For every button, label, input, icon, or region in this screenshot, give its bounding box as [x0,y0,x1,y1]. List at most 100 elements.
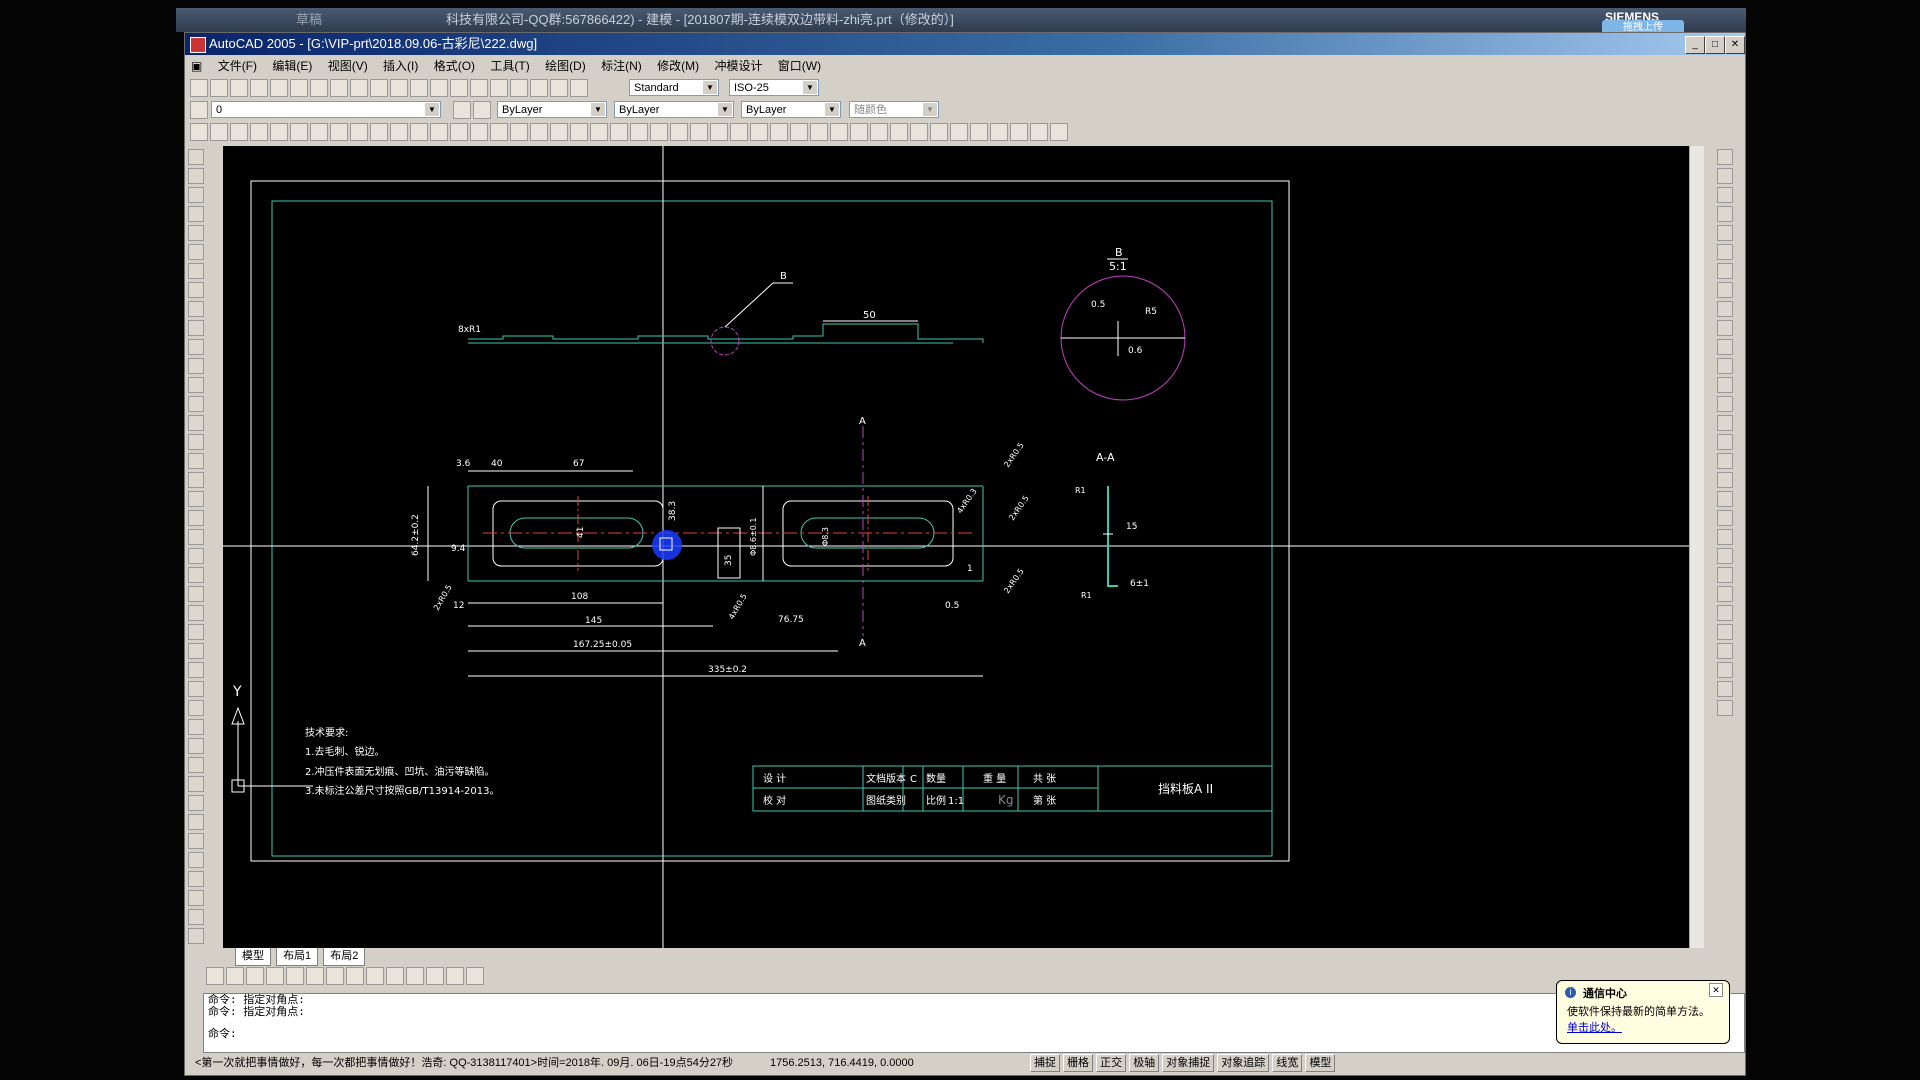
die-tool-icon[interactable] [730,123,748,141]
menu-modify[interactable]: 修改(M) [651,56,705,76]
dim-style-select[interactable]: ISO-25 ▼ [729,79,819,96]
menu-draw[interactable]: 绘图(D) [539,56,592,76]
design-center-icon[interactable] [530,79,548,97]
die-tool-icon[interactable] [390,123,408,141]
draw-tool-icon[interactable] [188,301,204,317]
close-button[interactable]: ✕ [1725,36,1745,54]
layer-select[interactable]: 0 ▼ [211,101,441,118]
draw-tool-icon[interactable] [188,567,204,583]
menu-window[interactable]: 窗口(W) [772,56,827,76]
bottom-tool-icon[interactable] [466,967,484,985]
die-tool-icon[interactable] [690,123,708,141]
modify-tool-icon[interactable] [1717,643,1733,659]
zoom-window-icon[interactable] [470,79,488,97]
toggle-model[interactable]: 模型 [1305,1054,1336,1072]
menu-edit[interactable]: 编辑(E) [266,56,318,76]
die-tool-icon[interactable] [230,123,248,141]
linetype-select[interactable]: ByLayer ▼ [614,101,734,118]
modify-tool-icon[interactable] [1717,586,1733,602]
modify-tool-icon[interactable] [1717,377,1733,393]
die-tool-icon[interactable] [1050,123,1068,141]
modify-tool-icon[interactable] [1717,681,1733,697]
draw-tool-icon[interactable] [188,529,204,545]
die-tool-icon[interactable] [350,123,368,141]
die-tool-icon[interactable] [910,123,928,141]
die-tool-icon[interactable] [530,123,548,141]
modify-tool-icon[interactable] [1717,301,1733,317]
modify-tool-icon[interactable] [1717,320,1733,336]
draw-tool-icon[interactable] [188,928,204,944]
die-tool-icon[interactable] [670,123,688,141]
modify-tool-icon[interactable] [1717,491,1733,507]
die-tool-icon[interactable] [650,123,668,141]
draw-tool-icon[interactable] [188,434,204,450]
command-window[interactable]: 命令: 指定对角点: 命令: 指定对角点: 命令: [203,993,1745,1053]
bottom-tool-icon[interactable] [206,967,224,985]
modify-tool-icon[interactable] [1717,624,1733,640]
undo-icon[interactable] [390,79,408,97]
modify-tool-icon[interactable] [1717,434,1733,450]
draw-tool-icon[interactable] [188,472,204,488]
draw-tool-icon[interactable] [188,890,204,906]
plotstyle-select[interactable]: 随颜色 ▼ [849,101,939,118]
menu-file[interactable]: 文件(F) [212,56,263,76]
lineweight-select[interactable]: ByLayer ▼ [741,101,841,118]
help-icon[interactable] [570,79,588,97]
die-tool-icon[interactable] [770,123,788,141]
die-tool-icon[interactable] [950,123,968,141]
die-tool-icon[interactable] [270,123,288,141]
open-icon[interactable] [210,79,228,97]
die-tool-icon[interactable] [870,123,888,141]
die-tool-icon[interactable] [470,123,488,141]
die-tool-icon[interactable] [290,123,308,141]
modify-tool-icon[interactable] [1717,358,1733,374]
redo-icon[interactable] [410,79,428,97]
modify-tool-icon[interactable] [1717,263,1733,279]
menu-tools[interactable]: 工具(T) [484,56,535,76]
die-tool-icon[interactable] [330,123,348,141]
modify-tool-icon[interactable] [1717,472,1733,488]
modify-tool-icon[interactable] [1717,700,1733,716]
die-tool-icon[interactable] [550,123,568,141]
notify-close-button[interactable]: ✕ [1709,983,1723,997]
maximize-button[interactable]: □ [1705,36,1725,54]
bottom-tool-icon[interactable] [346,967,364,985]
toggle-otrack[interactable]: 对象追踪 [1217,1054,1270,1072]
draw-tool-icon[interactable] [188,871,204,887]
draw-tool-icon[interactable] [188,909,204,925]
bottom-tool-icon[interactable] [326,967,344,985]
make-current-icon[interactable] [453,101,472,119]
modify-tool-icon[interactable] [1717,339,1733,355]
notify-link[interactable]: 单击此处。 [1567,1019,1622,1035]
menu-icon[interactable]: ▣ [185,56,208,76]
layer-prev-icon[interactable] [473,101,492,119]
draw-tool-icon[interactable] [188,548,204,564]
die-tool-icon[interactable] [890,123,908,141]
menu-die-design[interactable]: 冲模设计 [708,56,768,76]
die-tool-icon[interactable] [590,123,608,141]
print-icon[interactable] [250,79,268,97]
modify-tool-icon[interactable] [1717,510,1733,526]
draw-tool-icon[interactable] [188,719,204,735]
draw-tool-icon[interactable] [188,396,204,412]
die-tool-icon[interactable] [570,123,588,141]
die-tool-icon[interactable] [710,123,728,141]
publish-icon[interactable] [290,79,308,97]
bottom-tool-icon[interactable] [286,967,304,985]
modify-tool-icon[interactable] [1717,396,1733,412]
bottom-tool-icon[interactable] [366,967,384,985]
die-tool-icon[interactable] [510,123,528,141]
draw-tool-icon[interactable] [188,833,204,849]
die-tool-icon[interactable] [810,123,828,141]
toggle-osnap[interactable]: 对象捕捉 [1162,1054,1215,1072]
modify-tool-icon[interactable] [1717,206,1733,222]
properties-icon[interactable] [510,79,528,97]
draw-tool-icon[interactable] [188,700,204,716]
draw-tool-icon[interactable] [188,168,204,184]
tab-layout1[interactable]: 布局1 [276,948,319,966]
zoom-prev-icon[interactable] [490,79,508,97]
die-tool-icon[interactable] [250,123,268,141]
die-tool-icon[interactable] [190,123,208,141]
draw-tool-icon[interactable] [188,282,204,298]
menu-dimension[interactable]: 标注(N) [595,56,648,76]
